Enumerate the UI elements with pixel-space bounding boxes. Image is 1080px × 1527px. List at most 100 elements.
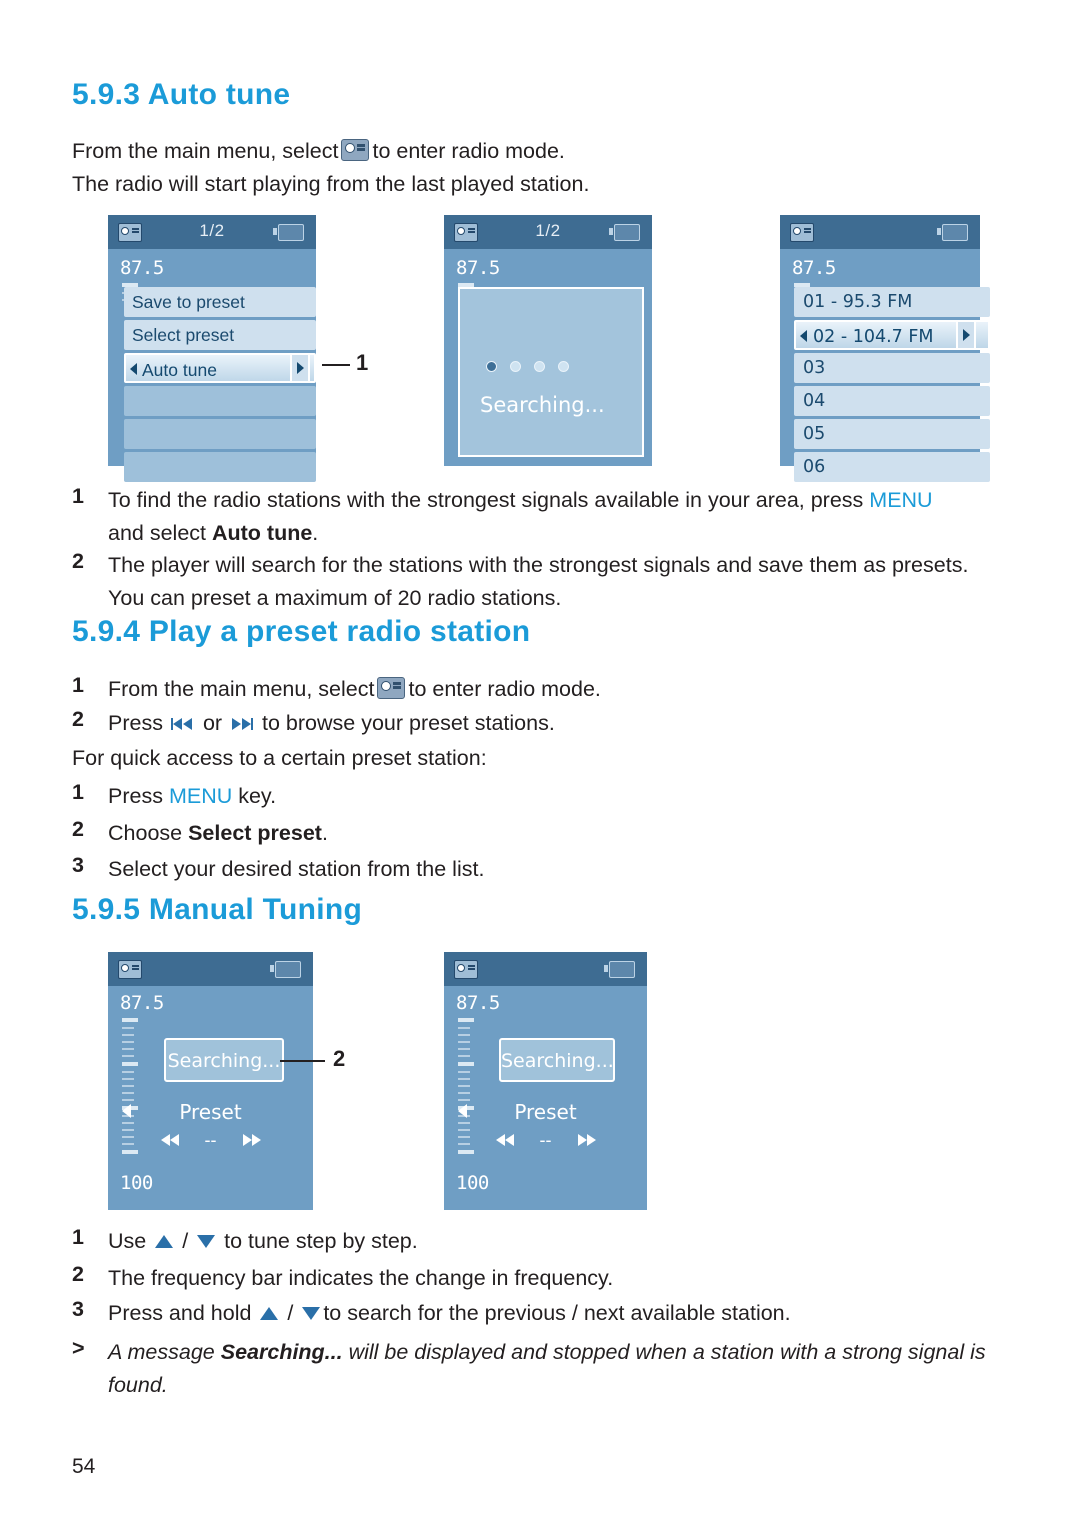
manual-tuning-note: A message Searching... will be displayed…	[108, 1336, 988, 1402]
play-preset-step-2-text-c: to browse your preset stations.	[262, 711, 555, 735]
play-preset-substep-1-text-b: key.	[232, 784, 277, 808]
searching-panel: Searching...	[458, 287, 644, 457]
note-text-a: A message	[108, 1340, 221, 1364]
menu-list: Save to preset Select preset Auto tune	[124, 287, 316, 485]
preset-nav-row: --	[108, 1130, 313, 1151]
manual-tuning-step-3-text-c: to search for the previous / next availa…	[323, 1301, 791, 1325]
battery-icon	[609, 224, 640, 241]
callout-number-2: 2	[333, 1046, 346, 1071]
screen-topbar	[444, 952, 647, 986]
next-track-icon	[230, 709, 254, 730]
auto-tune-step-1-text-c: .	[312, 521, 319, 545]
note-bold: Searching...	[220, 1340, 343, 1364]
frequency-label: 87.5	[792, 257, 836, 279]
play-preset-substep-2-text-a: Choose	[108, 821, 189, 845]
preset-dash: --	[539, 1130, 552, 1150]
play-preset-step-1: From the main menu, select to enter radio…	[108, 673, 988, 706]
caret-left-icon	[130, 363, 137, 375]
radio-icon	[790, 223, 814, 242]
progress-dots	[486, 361, 569, 372]
preset-item-03[interactable]: 03	[794, 353, 990, 383]
searching-box: Searching...	[499, 1038, 615, 1082]
play-preset-step-2: Press or to browse your preset stations.	[108, 707, 988, 740]
device-screen-manual-left: 87.5 Searching... Preset -- 100	[108, 952, 313, 1210]
next-preset-icon[interactable]	[574, 1134, 596, 1147]
battery-icon	[604, 961, 635, 978]
progress-dot-4	[558, 361, 569, 372]
menu-item-save-to-preset[interactable]: Save to preset	[124, 287, 316, 317]
radio-mode-icon	[377, 677, 406, 699]
radio-icon	[454, 223, 478, 242]
auto-tune-step-2-text-b: You can preset a maximum of 20 radio sta…	[108, 586, 562, 610]
menu-item-select-preset[interactable]: Select preset	[124, 320, 316, 350]
manual-tuning-step-3: Press and hold / to search for the previ…	[108, 1297, 1008, 1330]
auto-tune-step-1-text-b: and select	[108, 521, 212, 545]
previous-preset-icon[interactable]	[495, 1134, 518, 1147]
step-number: 1	[72, 1225, 84, 1249]
device-screen-searching: 1/2 87.5 Searching...	[444, 215, 652, 466]
play-preset-substep-2-text-b: .	[321, 821, 328, 845]
caret-right-icon[interactable]	[290, 353, 310, 383]
progress-dot-2	[510, 361, 521, 372]
preset-item-01[interactable]: 01 - 95.3 FM	[794, 287, 990, 317]
preset-item-04[interactable]: 04	[794, 386, 990, 416]
up-arrow-icon	[260, 1307, 279, 1320]
next-preset-icon[interactable]	[239, 1134, 261, 1147]
previous-preset-icon[interactable]	[160, 1134, 183, 1147]
caret-right-icon[interactable]	[956, 320, 976, 350]
preset-list: 01 - 95.3 FM 02 - 104.7 FM 03 04 05 06	[794, 287, 990, 485]
auto-tune-intro-line-1: From the main menu, select to enter radio…	[72, 135, 972, 168]
screen-topbar: 1/2	[108, 215, 316, 249]
screen-topbar	[780, 215, 980, 249]
preset-dash: --	[204, 1130, 217, 1150]
frequency-label: 87.5	[120, 257, 164, 279]
step-number: 3	[72, 853, 84, 877]
progress-dot-3	[534, 361, 545, 372]
manual-tuning-step-2: The frequency bar indicates the change i…	[108, 1266, 614, 1290]
searching-box: Searching...	[164, 1038, 284, 1082]
step-number: 2	[72, 1262, 84, 1286]
step-number: 2	[72, 549, 84, 573]
note-marker: >	[72, 1336, 85, 1360]
frequency-bottom-label: 100	[456, 1172, 489, 1194]
battery-icon	[937, 224, 968, 241]
play-preset-step-2-text-b: or	[202, 711, 223, 735]
menu-item-blank-1	[124, 386, 316, 416]
step-number: 1	[72, 673, 84, 697]
battery-icon	[273, 224, 304, 241]
radio-icon	[118, 223, 142, 242]
preset-item-02-label: 02 - 104.7 FM	[813, 327, 934, 347]
play-preset-substep-2: Choose Select preset.	[108, 817, 988, 850]
caret-left-icon	[800, 330, 807, 342]
play-preset-step-1-text-a: From the main menu, select	[108, 677, 375, 701]
callout-leader-1	[322, 364, 350, 366]
preset-nav-row: --	[444, 1130, 647, 1151]
previous-track-icon	[170, 709, 195, 730]
preset-label: Preset	[514, 1100, 577, 1124]
down-arrow-icon	[302, 1307, 321, 1320]
manual-tuning-step-1-text-b: /	[176, 1229, 195, 1253]
step-number: 3	[72, 1297, 84, 1321]
step-number: 2	[72, 707, 84, 731]
play-preset-step-2-text-a: Press	[108, 711, 163, 735]
auto-tune-step-2: The player will search for the stations …	[108, 549, 1008, 615]
frequency-bottom-label: 100	[120, 1172, 153, 1194]
menu-item-auto-tune[interactable]: Auto tune	[124, 353, 316, 383]
play-preset-quick-access: For quick access to a certain preset sta…	[72, 746, 487, 770]
down-arrow-icon	[197, 1235, 216, 1248]
step-number: 1	[72, 780, 84, 804]
page-number: 54	[72, 1455, 96, 1478]
menu-key-label: MENU	[168, 784, 233, 808]
section-heading-play-preset: 5.9.4 Play a preset radio station	[72, 615, 531, 648]
preset-item-06[interactable]: 06	[794, 452, 990, 482]
preset-item-05[interactable]: 05	[794, 419, 990, 449]
preset-label: Preset	[179, 1100, 242, 1124]
next-track-glyph	[232, 718, 254, 730]
callout-number-1: 1	[356, 350, 369, 375]
auto-tune-step-2-text-a: The player will search for the stations …	[108, 553, 969, 577]
play-preset-substep-1-text-a: Press	[108, 784, 169, 808]
manual-page: 5.9.3 Auto tune From the main menu, sele…	[0, 0, 1080, 1527]
play-preset-step-1-text-b: to enter radio mode.	[408, 677, 601, 701]
menu-item-blank-3	[124, 452, 316, 482]
callout-leader-2	[280, 1060, 325, 1062]
